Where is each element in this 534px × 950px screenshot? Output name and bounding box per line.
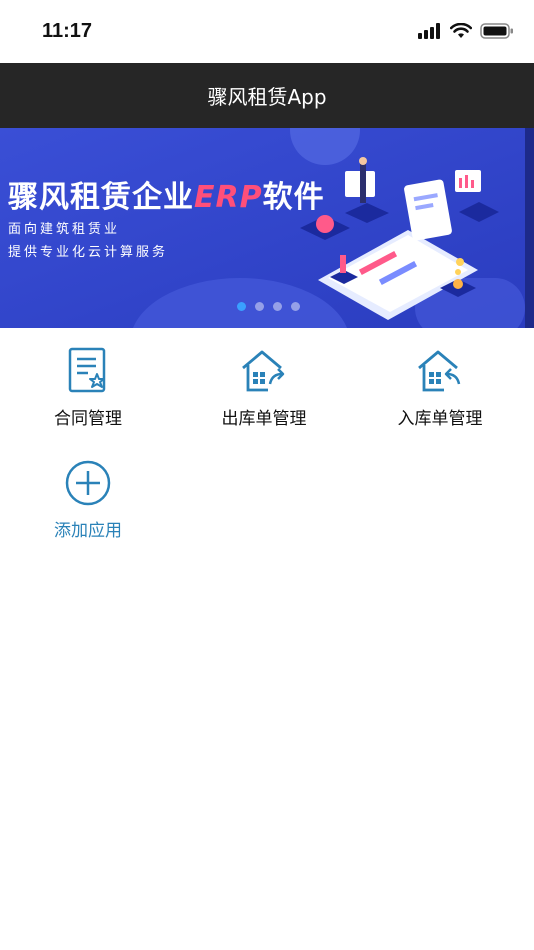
warehouse-outbound-icon — [239, 346, 289, 396]
app-inbound-management[interactable]: 入库单管理 — [365, 346, 515, 429]
app-contract-management[interactable]: 合同管理 — [13, 346, 163, 429]
status-time: 11:17 — [42, 20, 93, 42]
app-label: 出库单管理 — [221, 409, 307, 429]
banner-carousel[interactable]: 骤风租赁企业ERP软件 面向建筑租赁业 提供专业化云计算服务 — [0, 128, 534, 328]
carousel-dot[interactable] — [291, 302, 300, 311]
banner-subtitle-line1: 面向建筑租赁业 — [8, 222, 121, 237]
warehouse-inbound-icon — [415, 346, 465, 396]
banner-subtitle-line2: 提供专业化云计算服务 — [8, 245, 169, 260]
app-label: 合同管理 — [54, 409, 122, 429]
app-outbound-management[interactable]: 出库单管理 — [189, 346, 339, 429]
app-label: 添加应用 — [54, 521, 122, 541]
carousel-dot[interactable] — [273, 302, 282, 311]
add-app-button[interactable]: 添加应用 — [13, 458, 163, 541]
carousel-dot[interactable] — [237, 302, 246, 311]
carousel-indicator — [237, 302, 300, 311]
nav-bar: 骤风租赁App — [0, 63, 534, 128]
signal-icon — [418, 23, 442, 43]
carousel-dot[interactable] — [255, 302, 264, 311]
battery-icon — [480, 23, 514, 43]
banner-headline: 骤风租赁企业ERP软件 — [8, 180, 325, 215]
wifi-icon — [449, 22, 473, 43]
status-bar: 11:17 — [0, 0, 534, 63]
page-title: 骤风租赁App — [207, 85, 327, 109]
add-circle-icon — [63, 458, 113, 508]
status-icons — [418, 22, 514, 44]
contract-document-icon — [63, 346, 113, 396]
app-label: 入库单管理 — [397, 409, 483, 429]
